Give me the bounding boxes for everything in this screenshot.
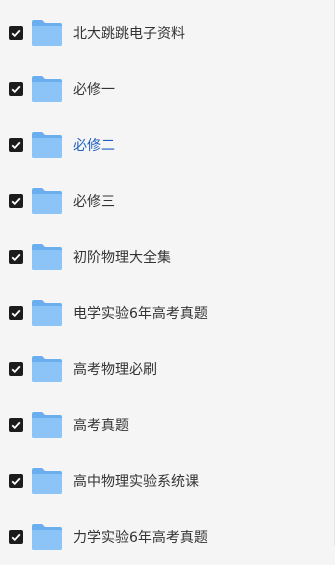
folder-icon[interactable]: [31, 187, 63, 215]
folder-name[interactable]: 高考真题: [73, 415, 129, 435]
folder-row[interactable]: 初阶物理大全集: [0, 229, 335, 285]
folder-name[interactable]: 必修三: [73, 191, 115, 211]
folder-name[interactable]: 电学实验6年高考真题: [73, 303, 208, 323]
folder-name[interactable]: 力学实验6年高考真题: [73, 527, 208, 547]
folder-icon[interactable]: [31, 411, 63, 439]
folder-row[interactable]: 必修一: [0, 61, 335, 117]
folder-name[interactable]: 初阶物理大全集: [73, 247, 171, 267]
folder-icon[interactable]: [31, 243, 63, 271]
folder-row[interactable]: 北大跳跳电子资料: [0, 5, 335, 61]
folder-icon[interactable]: [31, 131, 63, 159]
folder-row[interactable]: 高考物理必刷: [0, 341, 335, 397]
checkbox-checked-icon[interactable]: [9, 362, 23, 376]
folder-icon[interactable]: [31, 75, 63, 103]
folder-name[interactable]: 高中物理实验系统课: [73, 471, 199, 491]
folder-row[interactable]: 电学实验6年高考真题: [0, 285, 335, 341]
checkbox-checked-icon[interactable]: [9, 194, 23, 208]
checkbox-checked-icon[interactable]: [9, 306, 23, 320]
checkbox-checked-icon[interactable]: [9, 26, 23, 40]
folder-list: 北大跳跳电子资料 必修一 必修二 必修三 初阶物理大全集 电学实验6年高考真题 …: [0, 0, 335, 550]
checkbox-checked-icon[interactable]: [9, 82, 23, 96]
folder-name[interactable]: 必修一: [73, 79, 115, 99]
checkbox-checked-icon[interactable]: [9, 138, 23, 152]
folder-icon[interactable]: [31, 19, 63, 47]
folder-name[interactable]: 必修二: [73, 135, 115, 155]
folder-icon[interactable]: [31, 523, 63, 551]
checkbox-checked-icon[interactable]: [9, 530, 23, 544]
folder-row[interactable]: 必修二: [0, 117, 335, 173]
folder-row[interactable]: 力学实验6年高考真题: [0, 509, 335, 565]
checkbox-checked-icon[interactable]: [9, 418, 23, 432]
folder-name[interactable]: 高考物理必刷: [73, 359, 157, 379]
checkbox-checked-icon[interactable]: [9, 474, 23, 488]
folder-name[interactable]: 北大跳跳电子资料: [73, 23, 185, 43]
folder-icon[interactable]: [31, 299, 63, 327]
folder-row[interactable]: 高考真题: [0, 397, 335, 453]
folder-row[interactable]: 高中物理实验系统课: [0, 453, 335, 509]
folder-icon[interactable]: [31, 467, 63, 495]
checkbox-checked-icon[interactable]: [9, 250, 23, 264]
folder-row[interactable]: 必修三: [0, 173, 335, 229]
folder-icon[interactable]: [31, 355, 63, 383]
